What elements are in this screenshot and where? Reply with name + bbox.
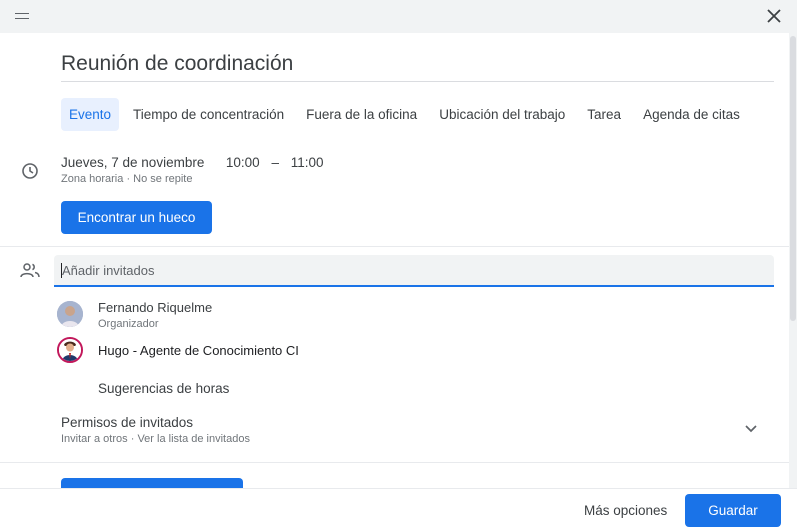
- avatar: [57, 337, 83, 363]
- text-caret: [61, 263, 62, 278]
- guest-name: Fernando Riquelme: [98, 300, 213, 315]
- tab-tarea[interactable]: Tarea: [579, 98, 629, 131]
- date-picker[interactable]: Jueves, 7 de noviembre: [61, 155, 204, 170]
- start-time-picker[interactable]: 10:00: [226, 155, 260, 170]
- chevron-down-icon[interactable]: [744, 424, 758, 434]
- event-title-input[interactable]: Reunión de coordinación: [61, 52, 774, 82]
- save-button[interactable]: Guardar: [685, 494, 781, 527]
- guest-role: Organizador: [98, 318, 159, 330]
- find-slot-button[interactable]: Encontrar un hueco: [61, 201, 212, 234]
- date-time-row: Jueves, 7 de noviembre 10:00 – 11:00: [61, 155, 324, 170]
- people-icon: [20, 263, 40, 278]
- scrollbar-thumb[interactable]: [790, 36, 796, 321]
- end-time-picker[interactable]: 11:00: [291, 155, 324, 170]
- tab-fuera-oficina[interactable]: Fuera de la oficina: [298, 98, 425, 131]
- divider: [0, 462, 789, 463]
- tab-evento[interactable]: Evento: [61, 98, 120, 131]
- guest-permissions-summary: Invitar a otros · Ver la lista de invita…: [61, 433, 250, 445]
- separator-dot: ·: [126, 173, 131, 185]
- close-icon[interactable]: [765, 7, 783, 25]
- separator-dot: ·: [130, 433, 135, 445]
- event-dialog: Reunión de coordinación Evento Tiempo de…: [0, 0, 797, 531]
- divider: [0, 246, 789, 247]
- drag-handle-icon[interactable]: [15, 13, 29, 19]
- tab-tiempo-concentracion[interactable]: Tiempo de concentración: [125, 98, 292, 131]
- avatar: [57, 301, 83, 327]
- partially-hidden-button[interactable]: [61, 478, 243, 488]
- guest-permissions-title[interactable]: Permisos de invitados: [61, 415, 193, 430]
- recurrence-select[interactable]: No se repite: [133, 173, 192, 185]
- permission-see-list: Ver la lista de invitados: [137, 433, 250, 445]
- add-guests-placeholder: Añadir invitados: [62, 263, 155, 278]
- dialog-footer: [0, 488, 797, 531]
- timezone-recurrence-row: Zona horaria · No se repite: [61, 173, 192, 185]
- time-dash: –: [271, 155, 279, 170]
- add-guests-input[interactable]: Añadir invitados: [54, 255, 774, 287]
- dialog-header: [0, 0, 797, 33]
- event-type-tabs: Evento Tiempo de concentración Fuera de …: [61, 98, 754, 131]
- clock-icon: [22, 163, 38, 179]
- tab-agenda-citas[interactable]: Agenda de citas: [635, 98, 748, 131]
- time-suggestions-link[interactable]: Sugerencias de horas: [98, 381, 229, 396]
- tab-ubicacion-trabajo[interactable]: Ubicación del trabajo: [431, 98, 573, 131]
- guest-name: Hugo - Agente de Conocimiento CI: [98, 343, 299, 358]
- timezone-link[interactable]: Zona horaria: [61, 173, 123, 185]
- permission-invite-others: Invitar a otros: [61, 433, 128, 445]
- more-options-button[interactable]: Más opciones: [576, 500, 675, 522]
